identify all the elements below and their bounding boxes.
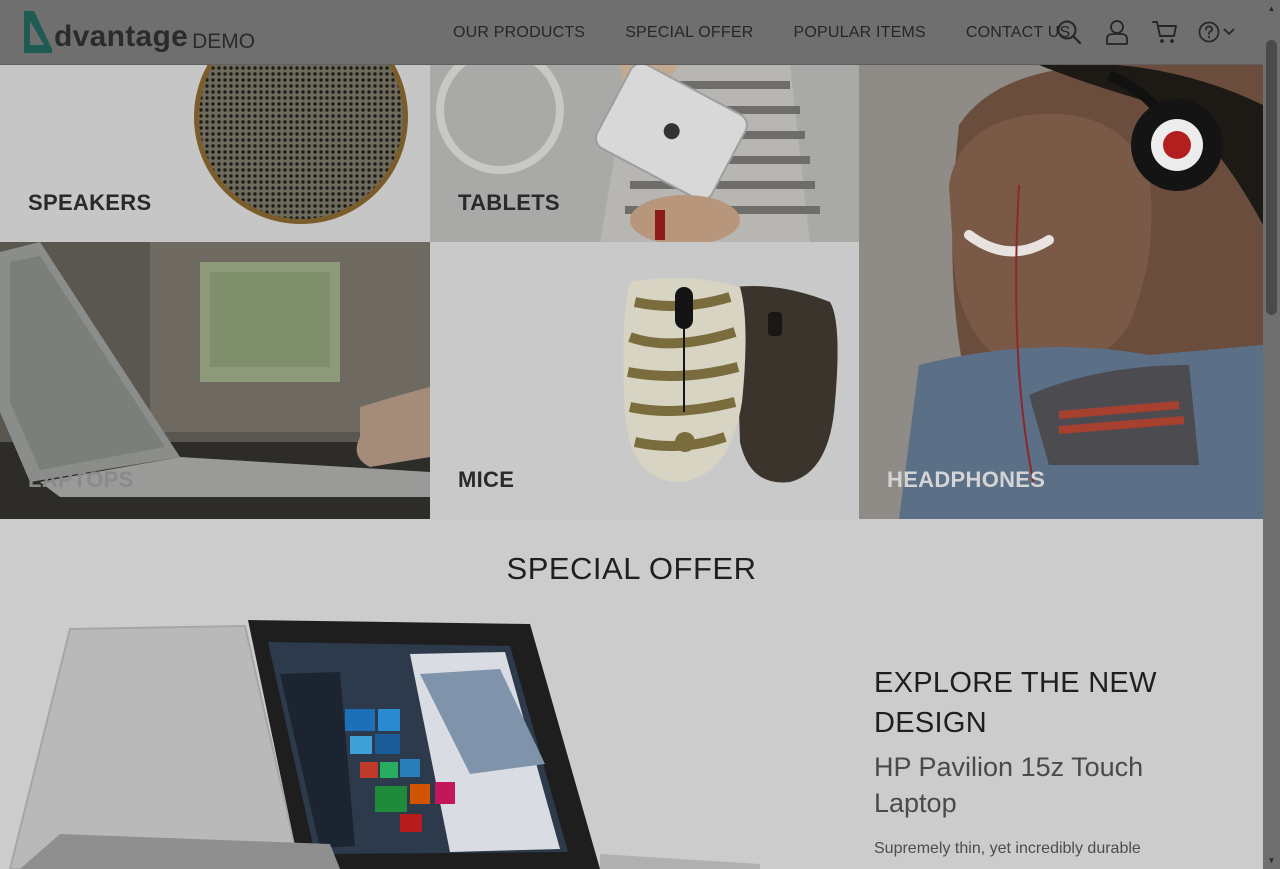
user-account-button[interactable] (1102, 17, 1132, 47)
search-button[interactable] (1054, 17, 1084, 47)
category-label-tablets: TABLETS (458, 190, 560, 215)
section-title-special-offer: SPECIAL OFFER (506, 551, 757, 586)
site-header: dvantage DEMO OUR PRODUCTS SPECIAL OFFER… (0, 0, 1263, 65)
category-label-headphones: HEADPHONES (887, 467, 1046, 492)
category-label-laptops: LAPTOPS (28, 467, 134, 492)
logo-wordmark: dvantage (54, 20, 189, 53)
chevron-down-icon (1223, 28, 1235, 36)
category-tile-headphones[interactable]: HEADPHONES (859, 65, 1263, 519)
nav-special-offer[interactable]: SPECIAL OFFER (625, 24, 753, 42)
offer-laptop-image[interactable] (0, 614, 760, 869)
user-icon (1106, 20, 1128, 45)
nav-popular-items[interactable]: POPULAR ITEMS (793, 24, 925, 42)
page-scrollbar[interactable]: ▲ ▼ (1263, 0, 1280, 869)
header-actions (1054, 17, 1242, 47)
main-nav: OUR PRODUCTS SPECIAL OFFER POPULAR ITEMS… (433, 0, 1090, 65)
offer-product-name[interactable]: HP Pavilion 15z Touch Laptop (874, 749, 1174, 821)
cart-button[interactable] (1150, 17, 1180, 47)
brand-logo[interactable]: dvantage DEMO (22, 9, 255, 55)
offer-description: Supremely thin, yet incredibly durable (874, 840, 1141, 857)
scroll-down-arrow-icon[interactable]: ▼ (1263, 852, 1280, 869)
help-icon (1198, 21, 1220, 43)
scroll-up-arrow-icon[interactable]: ▲ (1263, 0, 1280, 17)
category-tile-speakers[interactable]: SPEAKERS (0, 65, 430, 242)
page: dvantage DEMO OUR PRODUCTS SPECIAL OFFER… (0, 0, 1263, 869)
category-label-speakers: SPEAKERS (28, 190, 152, 215)
category-tile-laptops[interactable]: LAPTOPS (0, 242, 430, 519)
search-icon (1057, 20, 1082, 45)
nav-our-products[interactable]: OUR PRODUCTS (453, 24, 585, 42)
category-tile-mice[interactable]: MICE (430, 242, 859, 519)
special-offer-section: SPECIAL OFFER EXPLORE THE NEW DESIGN HP … (0, 519, 1263, 869)
help-menu-button[interactable] (1198, 17, 1242, 47)
category-label-mice: MICE (458, 467, 515, 492)
offer-heading: EXPLORE THE NEW DESIGN (874, 667, 1157, 739)
logo-mark-icon (24, 11, 52, 53)
category-tile-tablets[interactable]: TABLETS (430, 65, 859, 242)
headphones-image (859, 65, 1263, 519)
scrollbar-thumb[interactable] (1266, 40, 1277, 315)
logo-suffix: DEMO (192, 30, 256, 53)
cart-icon (1152, 21, 1177, 43)
